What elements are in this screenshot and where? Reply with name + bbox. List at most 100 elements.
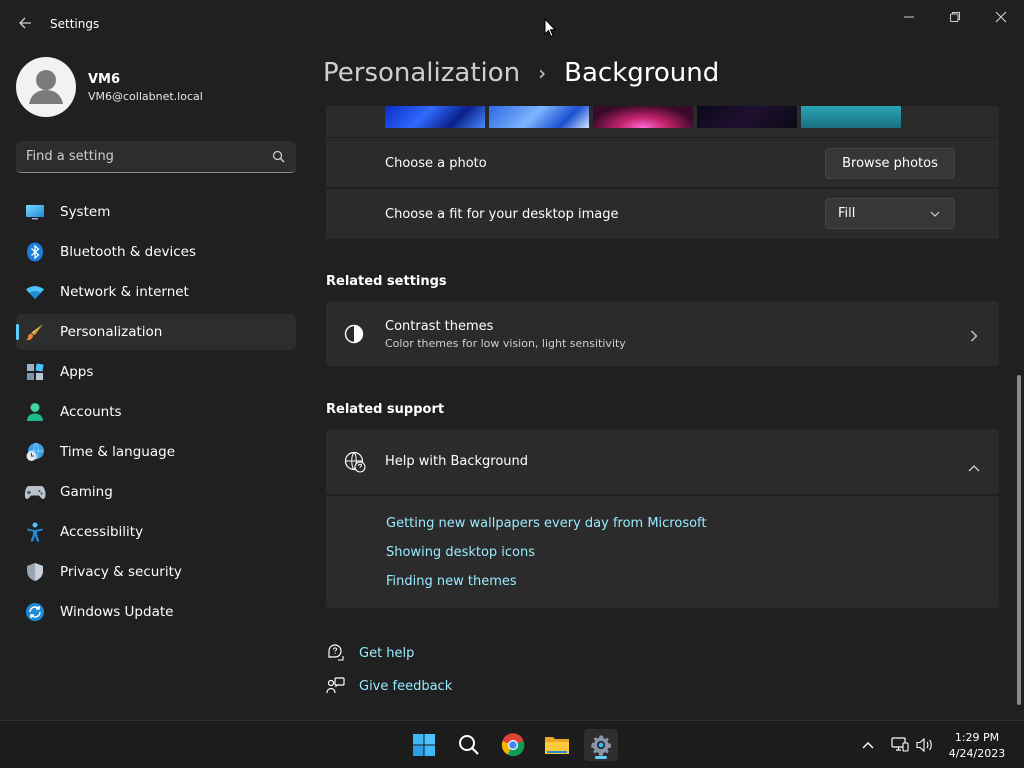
sidebar-item-label: Privacy & security xyxy=(60,564,182,580)
give-feedback-label: Give feedback xyxy=(359,678,453,694)
browse-photos-button[interactable]: Browse photos xyxy=(825,148,955,179)
recent-image-thumbnail[interactable] xyxy=(697,106,797,128)
gamepad-icon xyxy=(24,481,46,503)
person-icon xyxy=(24,401,46,423)
fit-dropdown[interactable]: Fill xyxy=(825,198,955,229)
sidebar-item-gaming[interactable]: Gaming xyxy=(16,474,296,510)
gear-icon xyxy=(591,735,612,756)
recent-image-thumbnail[interactable] xyxy=(489,106,589,128)
recent-image-thumbnail[interactable] xyxy=(801,106,901,128)
sidebar-item-label: Personalization xyxy=(60,324,163,340)
search-input[interactable] xyxy=(26,149,270,164)
choose-photo-label: Choose a photo xyxy=(385,156,487,171)
active-app-indicator xyxy=(595,756,607,759)
taskbar-chrome-button[interactable] xyxy=(496,729,530,761)
user-profile[interactable]: VM6 VM6@collabnet.local xyxy=(16,57,203,117)
sidebar-item-system[interactable]: System xyxy=(16,194,296,230)
search-icon xyxy=(459,735,479,755)
monitor-icon xyxy=(24,201,46,223)
give-feedback-link[interactable]: Give feedback xyxy=(326,676,452,696)
recent-image-thumbnail[interactable] xyxy=(385,106,485,128)
sidebar-item-accessibility[interactable]: Accessibility xyxy=(16,514,296,550)
avatar xyxy=(16,57,76,117)
feedback-icon xyxy=(326,677,345,694)
sidebar-item-apps[interactable]: Apps xyxy=(16,354,296,390)
contrast-themes-title: Contrast themes xyxy=(385,319,494,334)
get-help-link[interactable]: Get help xyxy=(326,643,414,663)
sidebar-item-windows-update[interactable]: Windows Update xyxy=(16,594,296,630)
sidebar-item-label: Time & language xyxy=(60,444,176,460)
clock-date: 4/24/2023 xyxy=(948,747,1006,760)
restore-button[interactable] xyxy=(932,4,978,30)
globe-clock-icon xyxy=(24,441,46,463)
brush-icon xyxy=(24,321,46,343)
help-links-panel: Getting new wallpapers every day from Mi… xyxy=(326,496,999,608)
sidebar-item-personalization[interactable]: Personalization xyxy=(16,314,296,350)
contrast-icon xyxy=(344,324,364,348)
clock-time: 1:29 PM xyxy=(954,731,1000,744)
related-support-heading: Related support xyxy=(326,402,445,417)
sidebar-item-label: Accounts xyxy=(60,404,122,420)
sidebar-item-bluetooth[interactable]: Bluetooth & devices xyxy=(16,234,296,270)
chevron-up-icon xyxy=(862,742,874,749)
user-placeholder-icon xyxy=(29,70,63,104)
contrast-themes-row[interactable]: Contrast themes Color themes for low vis… xyxy=(326,301,999,366)
windows-logo-icon xyxy=(413,734,435,756)
sidebar-item-label: Accessibility xyxy=(60,524,144,540)
sidebar-item-privacy-security[interactable]: Privacy & security xyxy=(16,554,296,590)
close-icon xyxy=(995,11,1007,23)
chevron-right-icon xyxy=(970,327,978,346)
page-title: Background xyxy=(564,58,720,88)
speaker-icon xyxy=(916,737,932,753)
chevron-up-icon[interactable] xyxy=(968,457,980,476)
recent-images-row xyxy=(326,106,999,137)
sidebar-item-network[interactable]: Network & internet xyxy=(16,274,296,310)
related-settings-heading: Related settings xyxy=(326,274,447,289)
app-title: Settings xyxy=(50,17,100,31)
minimize-icon xyxy=(904,16,914,18)
help-link-new-themes[interactable]: Finding new themes xyxy=(386,574,517,589)
search-icon[interactable] xyxy=(270,149,286,165)
wifi-icon xyxy=(24,281,46,303)
scrollbar-thumb[interactable] xyxy=(1017,375,1021,705)
sidebar-item-label: Gaming xyxy=(60,484,113,500)
help-with-background-header[interactable]: Help with Background xyxy=(326,429,999,494)
help-link-wallpapers[interactable]: Getting new wallpapers every day from Mi… xyxy=(386,516,707,531)
minimize-button[interactable] xyxy=(886,4,932,30)
sidebar-item-label: Bluetooth & devices xyxy=(60,244,197,260)
search-box xyxy=(16,141,296,173)
breadcrumb-parent[interactable]: Personalization xyxy=(323,58,520,88)
sidebar-nav: System Bluetooth & devices Network & int… xyxy=(16,194,296,634)
sidebar-item-label: Network & internet xyxy=(60,284,189,300)
sidebar-item-time-language[interactable]: Time & language xyxy=(16,434,296,470)
title-bar: Settings xyxy=(0,0,1024,48)
volume-tray-button[interactable] xyxy=(915,735,935,755)
taskbar-clock[interactable]: 1:29 PM 4/24/2023 xyxy=(942,730,1012,762)
network-tray-button[interactable] xyxy=(890,735,910,755)
breadcrumb-separator: › xyxy=(538,61,547,85)
help-with-background-title: Help with Background xyxy=(385,454,529,469)
sidebar-item-accounts[interactable]: Accounts xyxy=(16,394,296,430)
close-button[interactable] xyxy=(978,4,1024,30)
help-link-desktop-icons[interactable]: Showing desktop icons xyxy=(386,545,535,560)
sidebar-item-label: System xyxy=(60,204,111,220)
bluetooth-icon xyxy=(24,241,46,263)
sidebar-item-label: Windows Update xyxy=(60,604,174,620)
profile-name: VM6 xyxy=(88,71,121,87)
taskbar-settings-button[interactable] xyxy=(584,729,618,761)
fit-row: Choose a fit for your desktop image Fill xyxy=(326,189,999,239)
start-button[interactable] xyxy=(407,729,441,761)
update-icon xyxy=(24,601,46,623)
get-help-icon xyxy=(328,644,344,661)
sidebar-item-label: Apps xyxy=(60,364,94,380)
taskbar-search-button[interactable] xyxy=(452,729,486,761)
back-button[interactable] xyxy=(14,12,36,34)
shield-icon xyxy=(24,561,46,583)
taskbar-file-explorer-button[interactable] xyxy=(540,729,574,761)
choose-photo-row: Choose a photo Browse photos xyxy=(326,138,999,187)
fit-label: Choose a fit for your desktop image xyxy=(385,207,619,222)
show-hidden-icons-button[interactable] xyxy=(858,735,878,755)
arrow-left-icon xyxy=(19,17,31,29)
recent-image-thumbnail[interactable] xyxy=(593,106,693,128)
breadcrumb: Personalization › Background xyxy=(323,58,719,88)
